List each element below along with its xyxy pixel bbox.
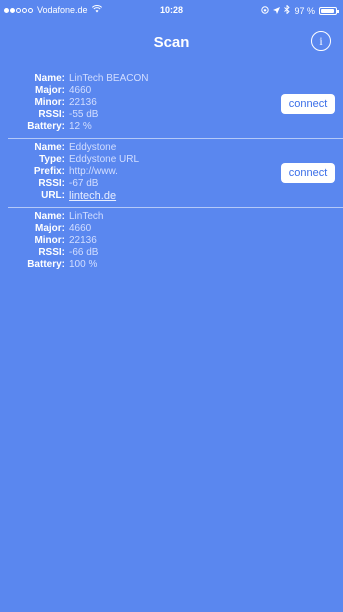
beacon-item: Name: LinTech BEACON Major: 4660 Minor: …: [8, 70, 343, 139]
field-label: Minor:: [34, 97, 65, 108]
field-label: URL:: [41, 190, 65, 201]
field-value: 22136: [69, 97, 97, 108]
field-label: RSSI:: [38, 109, 65, 120]
field-value: 12 %: [69, 121, 92, 132]
field-label: Type:: [39, 154, 65, 165]
field-value: http://www.: [69, 166, 118, 177]
beacon-field-row: URL: lintech.de: [8, 190, 343, 202]
beacon-field-row: RSSI: -66 dB: [8, 247, 343, 259]
beacon-field-row: Battery: 100 %: [8, 259, 343, 271]
status-bar: Vodafone.de 10:28 97 %: [0, 0, 343, 20]
beacon-field-row: Minor: 22136: [8, 235, 343, 247]
beacon-item: Name: LinTech Major: 4660 Minor: 22136 R…: [8, 208, 343, 276]
bluetooth-icon: [284, 4, 291, 16]
field-value: -55 dB: [69, 109, 99, 120]
field-label: Major:: [35, 85, 65, 96]
field-label: RSSI:: [38, 247, 65, 258]
field-value: 22136: [69, 235, 97, 246]
info-button[interactable]: i: [311, 31, 331, 51]
field-label: Prefix:: [33, 166, 65, 177]
field-label: Name:: [34, 142, 65, 153]
field-value: 4660: [69, 223, 92, 234]
field-label: Major:: [35, 223, 65, 234]
field-label: RSSI:: [38, 178, 65, 189]
navigation-bar: Scan i: [0, 20, 343, 64]
beacon-item: Name: Eddystone Type: Eddystone URL Pref…: [8, 139, 343, 208]
field-value: Eddystone URL: [69, 154, 140, 165]
field-value: 100 %: [69, 259, 98, 270]
beacon-field-row: Major: 4660: [8, 223, 343, 235]
field-value: Eddystone: [69, 142, 117, 153]
location-arrow-icon: [273, 6, 281, 16]
field-value: LinTech: [69, 211, 104, 222]
field-value: -67 dB: [69, 178, 99, 189]
info-icon: i: [319, 33, 323, 48]
field-value: -66 dB: [69, 247, 99, 258]
field-value: 4660: [69, 85, 92, 96]
connect-button[interactable]: connect: [281, 94, 335, 114]
battery-percent: 97 %: [294, 5, 315, 16]
connect-button[interactable]: connect: [281, 163, 335, 183]
field-label: Battery:: [27, 121, 65, 132]
page-title: Scan: [153, 34, 190, 51]
lock-rotation-icon: [261, 5, 270, 16]
beacon-field-row: Name: Eddystone: [8, 142, 343, 154]
field-label: Minor:: [34, 235, 65, 246]
beacon-list: Name: LinTech BEACON Major: 4660 Minor: …: [0, 70, 343, 276]
url-link[interactable]: lintech.de: [69, 190, 116, 202]
field-label: Name:: [34, 73, 65, 84]
beacon-field-row: Name: LinTech: [8, 211, 343, 223]
field-value: LinTech BEACON: [69, 73, 149, 84]
field-label: Battery:: [27, 259, 65, 270]
battery-icon: [319, 6, 339, 15]
status-right: 97 %: [261, 4, 339, 16]
field-label: Name:: [34, 211, 65, 222]
beacon-field-row: Name: LinTech BEACON: [8, 73, 343, 85]
beacon-field-row: Battery: 12 %: [8, 121, 343, 133]
